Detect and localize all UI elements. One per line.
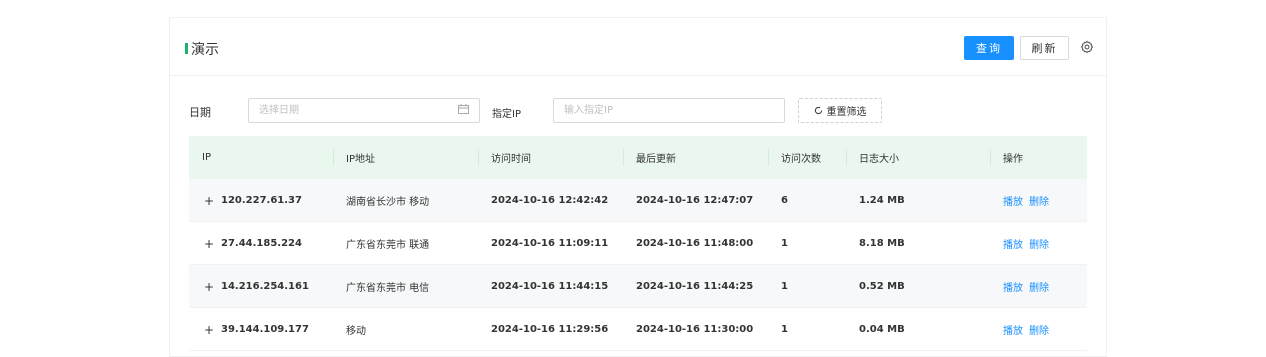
column-divider	[990, 149, 991, 166]
expand-row-icon[interactable]: +	[204, 179, 214, 222]
column-header-last-update: 最后更新	[636, 154, 676, 165]
date-input[interactable]	[248, 98, 480, 123]
reset-filter-button[interactable]: 重置筛选	[798, 98, 882, 123]
column-header-size: 日志大小	[859, 154, 899, 165]
expand-row-icon[interactable]: +	[204, 308, 214, 351]
column-header-ip: IP	[202, 152, 211, 163]
cell-actions: 播放 删除	[1003, 179, 1055, 222]
cell-visit-time: 2024-10-16 11:29:56	[491, 324, 609, 335]
column-divider	[333, 149, 334, 166]
cell-count: 1	[781, 281, 788, 292]
cell-size: 0.04 MB	[859, 324, 905, 335]
ip-label: 指定IP	[492, 109, 521, 120]
play-link[interactable]: 播放	[1003, 322, 1023, 337]
expand-row-icon[interactable]: +	[204, 265, 214, 308]
cell-count: 6	[781, 195, 788, 206]
cell-last-update: 2024-10-16 11:48:00	[636, 238, 754, 249]
date-label: 日期	[189, 106, 211, 119]
cell-visit-time: 2024-10-16 11:44:15	[491, 281, 609, 292]
column-header-location: IP地址	[346, 154, 375, 165]
column-header-visit-time: 访问时间	[491, 154, 531, 165]
panel-header: 演示 查询 刷新	[170, 18, 1106, 76]
cell-ip: 120.227.61.37	[221, 195, 302, 206]
log-panel: 演示 查询 刷新 日期 指定IP 重置筛选 IP IP地址 访问时间 最后更新	[169, 17, 1107, 357]
cell-actions: 播放 删除	[1003, 308, 1055, 351]
play-link[interactable]: 播放	[1003, 279, 1023, 294]
cell-ip: 39.144.109.177	[221, 324, 309, 335]
cell-size: 8.18 MB	[859, 238, 905, 249]
cell-location: 湖南省长沙市 移动	[346, 197, 430, 208]
query-button[interactable]: 查询	[964, 36, 1014, 60]
cell-location: 移动	[346, 326, 366, 337]
cell-actions: 播放 删除	[1003, 222, 1055, 265]
page-title: 演示	[191, 42, 219, 58]
delete-link[interactable]: 删除	[1029, 322, 1049, 337]
delete-link[interactable]: 删除	[1029, 193, 1049, 208]
cell-size: 0.52 MB	[859, 281, 905, 292]
column-header-actions: 操作	[1003, 154, 1023, 165]
table-row: + 39.144.109.177 移动 2024-10-16 11:29:56 …	[189, 308, 1087, 351]
cell-last-update: 2024-10-16 12:47:07	[636, 195, 754, 206]
table-row: + 27.44.185.224 广东省东莞市 联通 2024-10-16 11:…	[189, 222, 1087, 265]
play-link[interactable]: 播放	[1003, 236, 1023, 251]
cell-ip: 14.216.254.161	[221, 281, 309, 292]
table-row: + 14.216.254.161 广东省东莞市 电信 2024-10-16 11…	[189, 265, 1087, 308]
cell-last-update: 2024-10-16 11:44:25	[636, 281, 754, 292]
column-divider	[623, 149, 624, 166]
cell-count: 1	[781, 238, 788, 249]
cell-visit-time: 2024-10-16 11:09:11	[491, 238, 609, 249]
reset-label: 重置筛选	[826, 107, 867, 118]
cell-visit-time: 2024-10-16 12:42:42	[491, 195, 609, 206]
column-divider	[846, 149, 847, 166]
column-header-count: 访问次数	[781, 154, 821, 165]
cell-size: 1.24 MB	[859, 195, 905, 206]
ip-input[interactable]	[553, 98, 785, 123]
cell-location: 广东省东莞市 联通	[346, 240, 430, 251]
play-link[interactable]: 播放	[1003, 193, 1023, 208]
cell-count: 1	[781, 324, 788, 335]
reset-icon	[814, 106, 822, 115]
delete-link[interactable]: 删除	[1029, 279, 1049, 294]
gear-icon[interactable]	[1080, 40, 1094, 54]
table-row: + 120.227.61.37 湖南省长沙市 移动 2024-10-16 12:…	[189, 179, 1087, 222]
cell-ip: 27.44.185.224	[221, 238, 302, 249]
cell-last-update: 2024-10-16 11:30:00	[636, 324, 754, 335]
title-accent-bar	[185, 43, 188, 54]
cell-location: 广东省东莞市 电信	[346, 283, 430, 294]
refresh-button[interactable]: 刷新	[1020, 36, 1069, 60]
column-divider	[478, 149, 479, 166]
column-divider	[768, 149, 769, 166]
log-table: IP IP地址 访问时间 最后更新 访问次数 日志大小 操作 + 120.227…	[189, 136, 1087, 351]
delete-link[interactable]: 删除	[1029, 236, 1049, 251]
expand-row-icon[interactable]: +	[204, 222, 214, 265]
calendar-icon	[458, 104, 469, 114]
cell-actions: 播放 删除	[1003, 265, 1055, 308]
table-header: IP IP地址 访问时间 最后更新 访问次数 日志大小 操作	[189, 136, 1087, 179]
